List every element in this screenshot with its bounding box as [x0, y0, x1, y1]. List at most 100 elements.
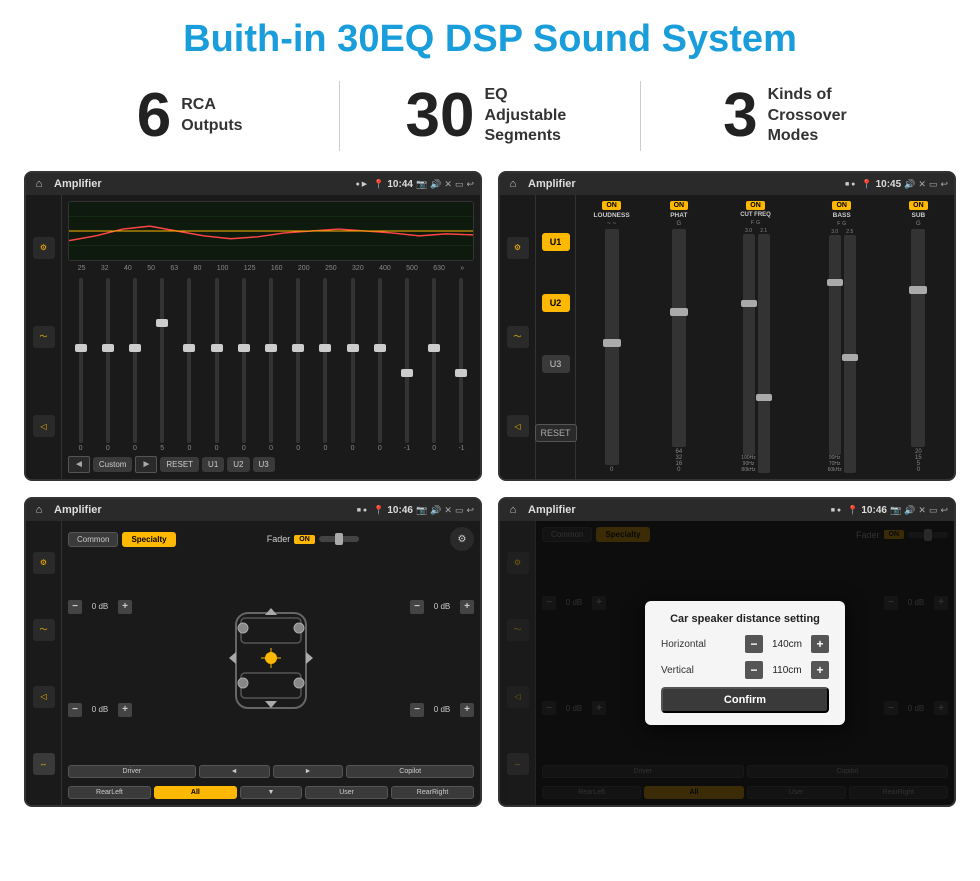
right-arrow-btn[interactable]: ►: [273, 765, 344, 778]
fader-rl-value: 0 dB: [86, 705, 114, 714]
eq-u2-btn[interactable]: U2: [227, 457, 249, 472]
eq-slider-2[interactable]: 0: [95, 278, 120, 452]
fader-fl-minus[interactable]: −: [68, 600, 82, 614]
stat-eq: 30 EQ AdjustableSegments: [360, 85, 619, 147]
all-btn[interactable]: All: [154, 786, 237, 799]
fader-common-tab[interactable]: Common: [68, 532, 118, 547]
dialog-screen: ⌂ Amplifier ■ ● 📍 10:46 📷 🔊 ✕ ▭ ↩ ⚙ 〜 ◁ …: [498, 497, 956, 807]
eq-wave-icon[interactable]: 〜: [33, 326, 55, 348]
copilot-btn[interactable]: Copilot: [346, 765, 474, 778]
eq-slider-3[interactable]: 0: [122, 278, 147, 452]
eq-slider-8[interactable]: 0: [258, 278, 283, 452]
home-icon[interactable]: ⌂: [32, 177, 46, 191]
dialog-x-icon: ✕: [918, 505, 926, 516]
amp-screen-title: Amplifier: [528, 178, 841, 190]
down-arrow-btn[interactable]: ▼: [240, 786, 302, 799]
eq-slider-9[interactable]: 0: [286, 278, 311, 452]
fader-settings-icon[interactable]: ⚙: [450, 527, 474, 551]
eq-speaker-icon[interactable]: ◁: [33, 415, 55, 437]
rearleft-btn[interactable]: RearLeft: [68, 786, 151, 799]
loudness-slider[interactable]: [605, 229, 619, 465]
fader-arrows-icon[interactable]: ↔: [33, 753, 55, 775]
fader-fr-plus[interactable]: +: [460, 600, 474, 614]
eq-u3-btn[interactable]: U3: [253, 457, 275, 472]
eq-u1-btn[interactable]: U1: [202, 457, 224, 472]
bass-on[interactable]: ON: [832, 201, 851, 210]
fader-fr-minus[interactable]: −: [410, 600, 424, 614]
amp-filter-icon[interactable]: ⚙: [507, 237, 529, 259]
fader-wave-icon[interactable]: 〜: [33, 619, 55, 641]
fader-home-icon[interactable]: ⌂: [32, 503, 46, 517]
eq-slider-10[interactable]: 0: [313, 278, 338, 452]
amp-u2-preset[interactable]: U2: [542, 294, 570, 312]
bass-f-slider[interactable]: [829, 235, 841, 455]
eq-slider-12[interactable]: 0: [367, 278, 392, 452]
fader-rl-minus[interactable]: −: [68, 703, 82, 717]
fader-fl-plus[interactable]: +: [118, 600, 132, 614]
eq-slider-11[interactable]: 0: [340, 278, 365, 452]
confirm-button[interactable]: Confirm: [661, 687, 829, 713]
dialog-home-icon[interactable]: ⌂: [506, 503, 520, 517]
amp-home-icon[interactable]: ⌂: [506, 177, 520, 191]
ds-filter-icon: ⚙: [507, 552, 529, 574]
amp-speaker-icon[interactable]: ◁: [507, 415, 529, 437]
vertical-plus-btn[interactable]: +: [811, 661, 829, 679]
eq-slider-5[interactable]: 0: [177, 278, 202, 452]
vertical-value: 110cm: [767, 665, 807, 676]
eq-prev-btn[interactable]: ◄: [68, 456, 90, 473]
bass-g-slider[interactable]: [844, 235, 856, 473]
amp-u1-preset[interactable]: U1: [542, 233, 570, 251]
eq-filter-icon[interactable]: ⚙: [33, 237, 55, 259]
fader-fr-value: 0 dB: [428, 602, 456, 611]
eq-play-btn[interactable]: ►: [135, 456, 157, 473]
cutfreq-f-slider[interactable]: [743, 234, 755, 455]
eq-reset-btn[interactable]: RESET: [160, 457, 199, 472]
fader-fl-control: − 0 dB +: [68, 600, 132, 614]
user-btn[interactable]: User: [305, 786, 388, 799]
eq-slider-1[interactable]: 0: [68, 278, 93, 452]
eq-slider-6[interactable]: 0: [204, 278, 229, 452]
amp-wave-icon[interactable]: 〜: [507, 326, 529, 348]
stat-rca-number: 6: [137, 85, 171, 147]
eq-slider-7[interactable]: 0: [231, 278, 256, 452]
sub-slider[interactable]: [911, 229, 925, 447]
eq-slider-15[interactable]: -1: [449, 278, 474, 452]
rearright-btn[interactable]: RearRight: [391, 786, 474, 799]
eq-slider-13[interactable]: -1: [394, 278, 419, 452]
eq-slider-14[interactable]: 0: [422, 278, 447, 452]
left-arrow-btn[interactable]: ◄: [199, 765, 270, 778]
cutfreq-on[interactable]: ON: [746, 201, 765, 210]
horizontal-minus-btn[interactable]: −: [745, 635, 763, 653]
fader-speaker-icon[interactable]: ◁: [33, 686, 55, 708]
fader-h-slider[interactable]: [319, 536, 359, 542]
amp-back-icon[interactable]: ↩: [940, 179, 948, 190]
fader-rr-control: − 0 dB +: [410, 703, 474, 717]
fader-filter-icon[interactable]: ⚙: [33, 552, 55, 574]
fader-screen: ⌂ Amplifier ■ ● 📍 10:46 📷 🔊 ✕ ▭ ↩ ⚙ 〜 ◁ …: [24, 497, 482, 807]
eq-custom-btn[interactable]: Custom: [93, 457, 133, 472]
fader-rr-minus[interactable]: −: [410, 703, 424, 717]
cutfreq-g-slider[interactable]: [758, 234, 770, 473]
fader-on-btn[interactable]: ON: [294, 535, 315, 544]
amp-reset-btn[interactable]: RESET: [535, 424, 577, 442]
dialog-back-icon[interactable]: ↩: [940, 505, 948, 516]
eq-sidebar: ⚙ 〜 ◁: [26, 195, 62, 479]
sub-on[interactable]: ON: [909, 201, 928, 210]
horizontal-plus-btn[interactable]: +: [811, 635, 829, 653]
amp-status-bar: ⌂ Amplifier ■ ● 📍 10:45 🔊 ✕ ▭ ↩: [500, 173, 954, 195]
location-icon: 📍: [373, 179, 384, 190]
driver-btn[interactable]: Driver: [68, 765, 196, 778]
eq-slider-4[interactable]: 5: [150, 278, 175, 452]
back-icon[interactable]: ↩: [466, 179, 474, 190]
fader-specialty-tab[interactable]: Specialty: [122, 532, 175, 547]
phat-slider[interactable]: [672, 229, 686, 447]
fader-back-icon[interactable]: ↩: [466, 505, 474, 516]
vertical-minus-btn[interactable]: −: [745, 661, 763, 679]
fader-rr-plus[interactable]: +: [460, 703, 474, 717]
camera-icon: 📷: [416, 179, 427, 190]
loudness-on[interactable]: ON: [602, 201, 621, 210]
fader-dot-icons: ■ ●: [357, 507, 367, 514]
phat-on[interactable]: ON: [670, 201, 689, 210]
fader-rl-plus[interactable]: +: [118, 703, 132, 717]
amp-u3-preset[interactable]: U3: [542, 355, 570, 373]
